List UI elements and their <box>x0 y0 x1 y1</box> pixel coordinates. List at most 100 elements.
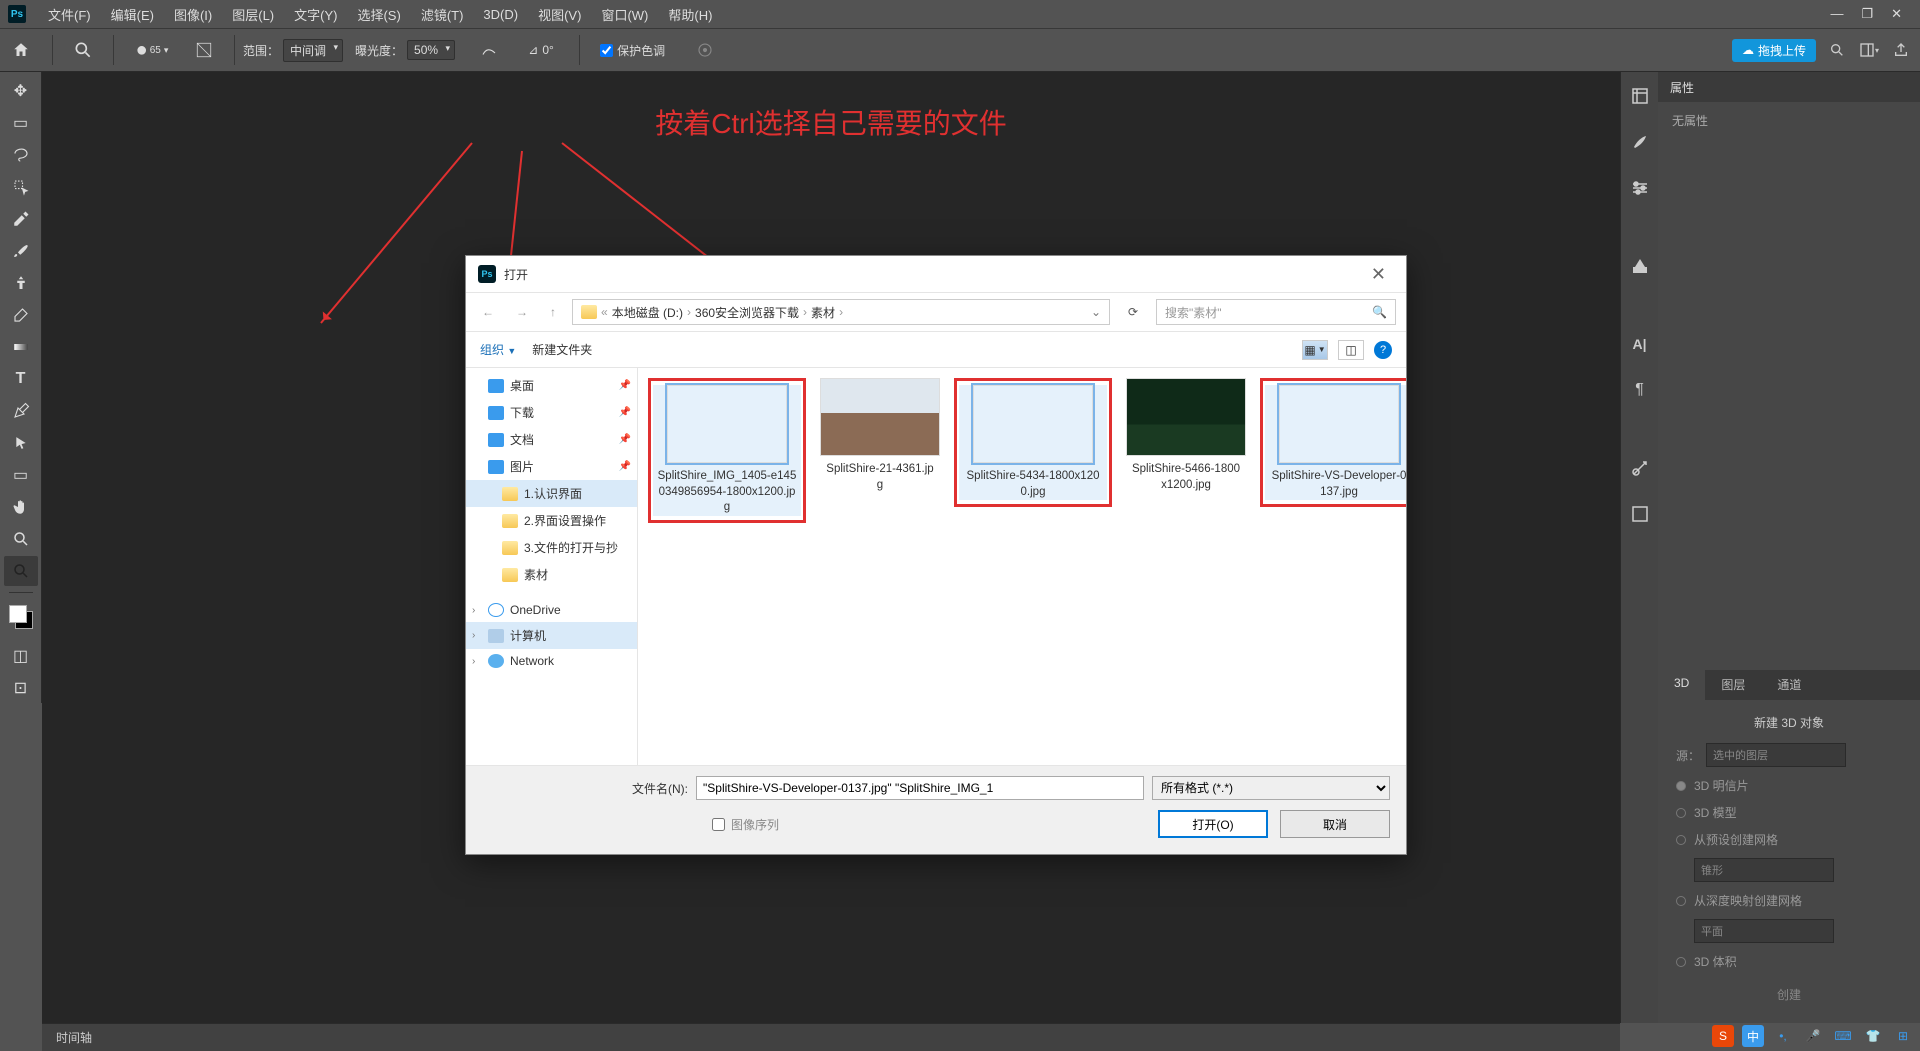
menu-edit[interactable]: 编辑(E) <box>101 5 164 24</box>
tree-item[interactable]: ›OneDrive <box>466 598 637 622</box>
window-minimize-icon[interactable]: — <box>1830 6 1843 22</box>
eyedropper-tool-icon[interactable] <box>4 204 38 234</box>
file-thumbnail[interactable]: SplitShire_IMG_1405-e1450349856954-1800x… <box>653 385 801 516</box>
type-tool-icon[interactable]: T <box>4 364 38 394</box>
quick-select-tool-icon[interactable] <box>4 172 38 202</box>
crumb-folder1[interactable]: 360安全浏览器下载 <box>695 304 799 321</box>
airbrush-icon[interactable] <box>467 41 511 59</box>
menu-image[interactable]: 图像(I) <box>164 5 222 24</box>
brushes-panel-icon[interactable] <box>1626 130 1654 154</box>
menu-3d[interactable]: 3D(D) <box>473 7 528 22</box>
protect-tones-checkbox[interactable] <box>600 44 613 57</box>
refresh-icon[interactable]: ⟳ <box>1120 305 1146 319</box>
tree-item[interactable]: 下载📌 <box>466 399 637 426</box>
styles-panel-icon[interactable] <box>1626 254 1654 278</box>
crumb-folder2[interactable]: 素材 <box>811 304 835 321</box>
pressure-icon[interactable] <box>683 41 727 59</box>
crumb-dropdown-icon[interactable]: ⌄ <box>1091 305 1101 319</box>
brush-tool-icon[interactable] <box>4 236 38 266</box>
ime-menu-icon[interactable]: ⊞ <box>1892 1025 1914 1047</box>
radio-depth[interactable] <box>1676 896 1686 906</box>
clone-tool-icon[interactable] <box>4 268 38 298</box>
path-select-tool-icon[interactable] <box>4 428 38 458</box>
marquee-tool-icon[interactable]: ▭ <box>4 108 38 138</box>
file-thumbnail[interactable]: SplitShire-21-4361.jpg <box>820 378 940 493</box>
ime-mic-icon[interactable]: 🎤 <box>1802 1025 1824 1047</box>
preset-dropdown[interactable]: 锥形 <box>1694 858 1834 882</box>
timeline-label[interactable]: 时间轴 <box>56 1029 92 1046</box>
character-panel-icon[interactable]: A| <box>1626 332 1654 356</box>
create-3d-button[interactable]: 创建 <box>1676 980 1902 1009</box>
file-thumbnail[interactable]: SplitShire-5434-1800x1200.jpg <box>959 385 1107 500</box>
ime-punct-icon[interactable]: •, <box>1772 1025 1794 1047</box>
crumb-drive[interactable]: 本地磁盘 (D:) <box>612 304 683 321</box>
screenmode-icon[interactable]: ⊡ <box>4 673 38 703</box>
ime-skin-icon[interactable]: 👕 <box>1862 1025 1884 1047</box>
nav-up-icon[interactable]: ↑ <box>544 305 562 319</box>
share-icon[interactable] <box>1890 39 1912 61</box>
move-tool-icon[interactable]: ✥ <box>4 76 38 106</box>
adjustments-panel-icon[interactable] <box>1626 176 1654 200</box>
lasso-tool-icon[interactable] <box>4 140 38 170</box>
menu-select[interactable]: 选择(S) <box>347 5 410 24</box>
tab-channels[interactable]: 通道 <box>1761 670 1817 700</box>
home-icon[interactable] <box>8 37 34 63</box>
exposure-dropdown[interactable]: 50% <box>407 40 455 60</box>
tree-item[interactable]: 2.界面设置操作 <box>466 507 637 534</box>
ime-lang-icon[interactable]: 中 <box>1742 1025 1764 1047</box>
view-mode-icon[interactable]: ▦▼ <box>1302 340 1328 360</box>
nav-back-icon[interactable]: ← <box>476 305 500 319</box>
tree-item[interactable]: ›计算机 <box>466 622 637 649</box>
file-thumbnail[interactable]: SplitShire-5466-1800x1200.jpg <box>1126 378 1246 493</box>
gradient-tool-icon[interactable] <box>4 332 38 362</box>
tab-layers[interactable]: 图层 <box>1705 670 1761 700</box>
radio-model[interactable] <box>1676 808 1686 818</box>
tree-item[interactable]: 文档📌 <box>466 426 637 453</box>
breadcrumb[interactable]: « 本地磁盘 (D:)› 360安全浏览器下载› 素材› ⌄ <box>572 299 1110 325</box>
search-input[interactable]: 搜索"素材"🔍 <box>1156 299 1396 325</box>
ime-sogou-icon[interactable]: S <box>1712 1025 1734 1047</box>
preview-pane-icon[interactable]: ◫ <box>1338 340 1364 360</box>
window-close-icon[interactable]: ✕ <box>1891 6 1902 22</box>
cloud-upload-button[interactable]: ☁拖拽上传 <box>1732 39 1816 62</box>
history-panel-icon[interactable] <box>1626 84 1654 108</box>
quickmask-icon[interactable]: ◫ <box>4 641 38 671</box>
eraser-tool-icon[interactable] <box>4 300 38 330</box>
new-folder-button[interactable]: 新建文件夹 <box>532 341 592 358</box>
brush-panel-icon[interactable] <box>182 41 226 59</box>
tab-3d[interactable]: 3D <box>1658 670 1705 700</box>
tree-item[interactable]: ›Network <box>466 649 637 673</box>
radio-volume[interactable] <box>1676 957 1686 967</box>
zoom-tool-icon[interactable] <box>4 524 38 554</box>
menu-layer[interactable]: 图层(L) <box>222 5 284 24</box>
window-maximize-icon[interactable]: ❐ <box>1861 6 1873 22</box>
menu-help[interactable]: 帮助(H) <box>658 5 722 24</box>
help-icon[interactable]: ? <box>1374 341 1392 359</box>
menu-file[interactable]: 文件(F) <box>38 5 101 24</box>
menu-window[interactable]: 窗口(W) <box>591 5 658 24</box>
cancel-button[interactable]: 取消 <box>1280 810 1390 838</box>
dialog-close-icon[interactable]: ✕ <box>1363 264 1394 285</box>
shape-tool-icon[interactable]: ▭ <box>4 460 38 490</box>
filename-input[interactable] <box>696 776 1144 800</box>
tree-item[interactable]: 3.文件的打开与抄 <box>466 534 637 561</box>
nav-forward-icon[interactable]: → <box>510 305 534 319</box>
workspace-icon[interactable]: ▾ <box>1858 39 1880 61</box>
ime-keyboard-icon[interactable]: ⌨ <box>1832 1025 1854 1047</box>
depth-dropdown[interactable]: 平面 <box>1694 919 1834 943</box>
organize-button[interactable]: 组织 ▼ <box>480 341 516 358</box>
current-tool-icon[interactable] <box>61 40 105 60</box>
open-button[interactable]: 打开(O) <box>1158 810 1268 838</box>
radio-preset[interactable] <box>1676 835 1686 845</box>
tree-item[interactable]: 1.认识界面 <box>466 480 637 507</box>
search-icon[interactable] <box>1826 39 1848 61</box>
tree-item[interactable]: 桌面📌 <box>466 372 637 399</box>
hand-tool-icon[interactable] <box>4 492 38 522</box>
tools-panel-icon[interactable] <box>1626 456 1654 480</box>
menu-type[interactable]: 文字(Y) <box>284 5 347 24</box>
file-thumbnail[interactable]: SplitShire-VS-Developer-0137.jpg <box>1265 385 1406 500</box>
tree-item[interactable]: 素材 <box>466 561 637 588</box>
pen-tool-icon[interactable] <box>4 396 38 426</box>
paragraph-panel-icon[interactable]: ¶ <box>1626 378 1654 402</box>
range-dropdown[interactable]: 中间调 <box>283 39 343 62</box>
